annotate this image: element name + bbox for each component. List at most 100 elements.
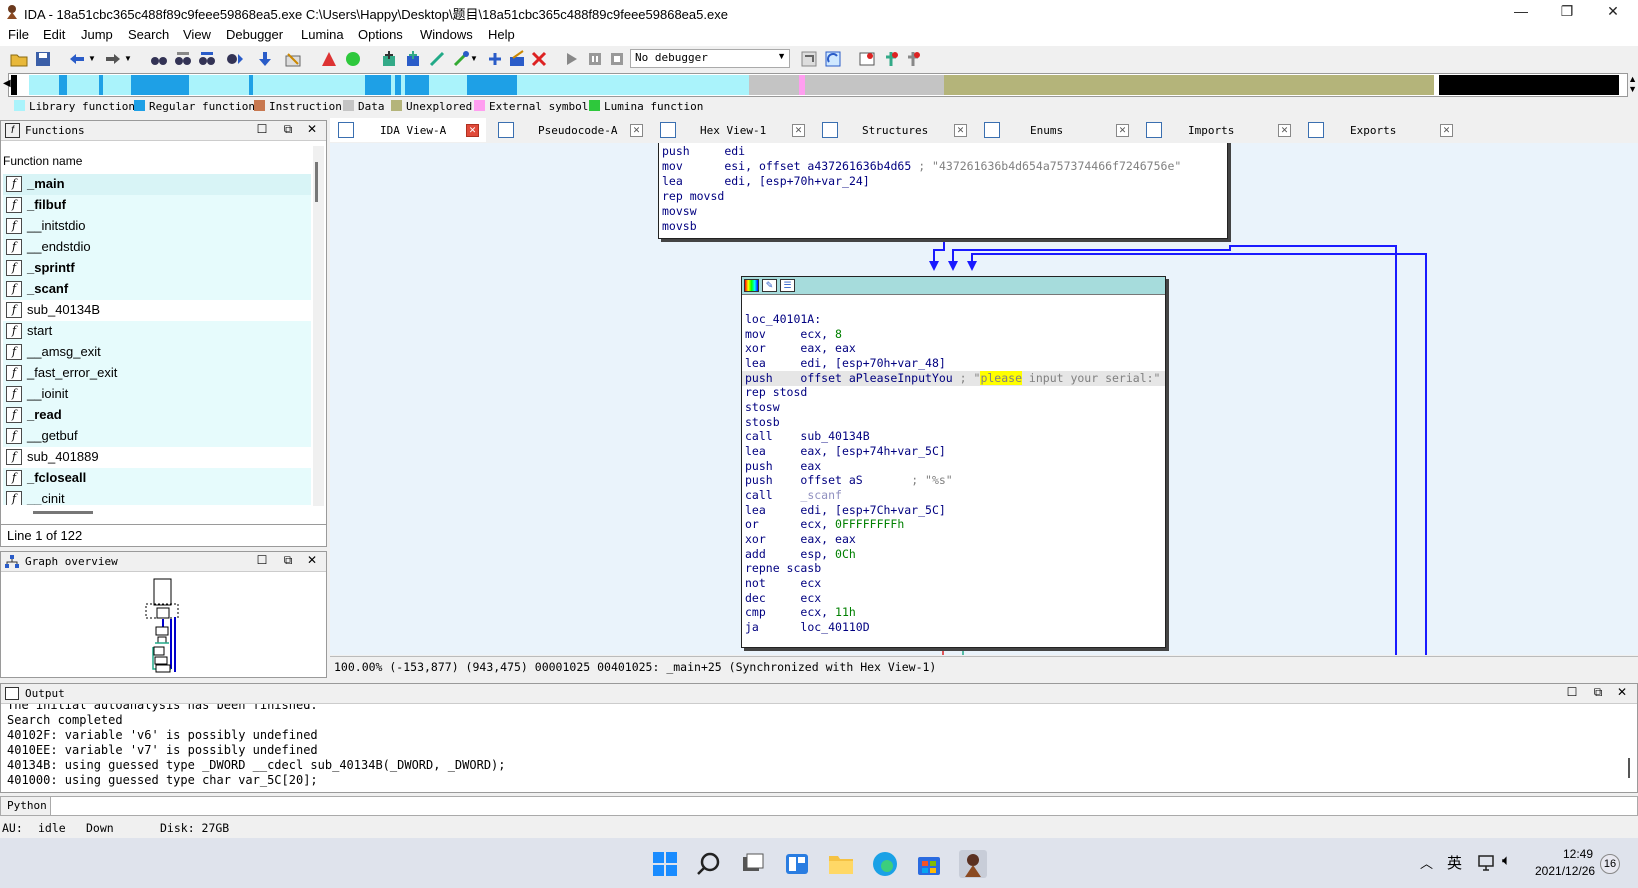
python-language-button[interactable]: Python bbox=[1, 797, 51, 815]
tab-close-icon[interactable]: ✕ bbox=[1278, 124, 1291, 137]
tab-close-icon[interactable]: ✕ bbox=[1440, 124, 1453, 137]
code-line[interactable]: add esp, 0Ch bbox=[745, 547, 856, 562]
tab-close-icon[interactable]: ✕ bbox=[954, 124, 967, 137]
widgets-icon[interactable] bbox=[783, 850, 811, 878]
code-line[interactable]: stosw bbox=[745, 400, 780, 415]
code-line[interactable]: ja loc_40110D bbox=[745, 620, 870, 635]
function-row[interactable]: f sub_40134B bbox=[3, 300, 311, 321]
panel-restore-icon[interactable]: ☐ bbox=[1563, 685, 1581, 699]
patch-icon[interactable] bbox=[284, 50, 302, 68]
step-into-icon[interactable] bbox=[800, 50, 818, 68]
tab-ida-view-a[interactable]: IDA View-A ✕ bbox=[330, 118, 486, 142]
breakpoint-list-icon[interactable] bbox=[858, 50, 876, 68]
input-method-indicator[interactable]: 英 bbox=[1447, 852, 1462, 873]
code-label[interactable]: loc_40101A: bbox=[745, 312, 821, 327]
code-line[interactable]: xor eax, eax bbox=[745, 532, 856, 547]
code-line[interactable]: xor eax, eax bbox=[745, 341, 856, 356]
code-block-main[interactable]: ✎ ☰ loc_40101A: mov ecx, 8 xor eax, eax … bbox=[741, 276, 1166, 648]
back-dropdown-icon[interactable]: ▼ bbox=[88, 54, 96, 63]
function-row[interactable]: f _filbuf bbox=[3, 195, 311, 216]
binoculars-icon[interactable] bbox=[150, 50, 168, 68]
tab-close-icon[interactable]: ✕ bbox=[792, 124, 805, 137]
save-icon[interactable] bbox=[34, 50, 52, 68]
notification-badge[interactable]: 16 bbox=[1600, 854, 1620, 874]
go-icon[interactable] bbox=[344, 50, 362, 68]
add-segment-icon[interactable] bbox=[380, 50, 398, 68]
menu-windows[interactable]: Windows bbox=[420, 27, 473, 42]
clock-date[interactable]: 2021/12/26 bbox=[1535, 864, 1595, 878]
output-scrollbar[interactable] bbox=[1625, 708, 1635, 790]
node-group-icon[interactable]: ☰ bbox=[780, 279, 795, 292]
pause-icon[interactable] bbox=[586, 50, 604, 68]
function-row[interactable]: f __endstdio bbox=[3, 237, 311, 258]
tab-enums[interactable]: Enums ✕ bbox=[976, 118, 1134, 142]
panel-float-icon[interactable]: ⧉ bbox=[279, 553, 297, 568]
add-struct-icon[interactable] bbox=[404, 50, 422, 68]
code-line[interactable]: lea edi, [esp+70h+var_48] bbox=[745, 356, 946, 371]
code-line[interactable]: lea edi, [esp+70h+var_24] bbox=[662, 174, 870, 189]
code-line[interactable]: lea edi, [esp+7Ch+var_5C] bbox=[745, 503, 946, 518]
code-line[interactable]: cmp ecx, 11h bbox=[745, 605, 856, 620]
search-icon[interactable] bbox=[695, 850, 723, 878]
forward-dropdown-icon[interactable]: ▼ bbox=[124, 54, 132, 63]
add-breakpoint-icon[interactable] bbox=[486, 50, 504, 68]
code-block-top[interactable]: push edi mov esi, offset a437261636b4d65… bbox=[658, 143, 1228, 239]
function-name-column-header[interactable]: Function name bbox=[3, 154, 82, 168]
menu-file[interactable]: File bbox=[8, 27, 29, 42]
graph-view[interactable]: push edi mov esi, offset a437261636b4d65… bbox=[330, 143, 1638, 655]
code-line[interactable]: or ecx, 0FFFFFFFFh bbox=[745, 517, 904, 532]
run-icon[interactable] bbox=[562, 50, 580, 68]
function-row[interactable]: f _sprintf bbox=[3, 258, 311, 279]
menu-lumina[interactable]: Lumina bbox=[301, 27, 344, 42]
menu-edit[interactable]: Edit bbox=[43, 27, 65, 42]
menu-debugger[interactable]: Debugger bbox=[226, 27, 283, 42]
code-line[interactable]: push edi bbox=[662, 144, 745, 159]
code-line[interactable]: stosb bbox=[745, 415, 780, 430]
search-binary-icon[interactable] bbox=[198, 50, 216, 68]
code-line[interactable]: not ecx bbox=[745, 576, 821, 591]
function-row[interactable]: f start bbox=[3, 321, 311, 342]
tab-hex-view-1[interactable]: Hex View-1 ✕ bbox=[652, 118, 810, 142]
function-row[interactable]: f _scanf bbox=[3, 279, 311, 300]
search-text-icon[interactable] bbox=[174, 50, 192, 68]
delete-icon[interactable] bbox=[530, 50, 548, 68]
code-line[interactable]: push offset aS ; "%s" bbox=[745, 473, 953, 488]
function-row[interactable]: f sub_401889 bbox=[3, 447, 311, 468]
tab-pseudocode-a[interactable]: Pseudocode-A ✕ bbox=[490, 118, 648, 142]
code-line[interactable]: dec ecx bbox=[745, 591, 821, 606]
clock-time[interactable]: 12:49 bbox=[1563, 847, 1593, 861]
volume-icon[interactable]: 🔈︎ bbox=[1502, 852, 1511, 869]
edge-browser-icon[interactable] bbox=[871, 850, 899, 878]
debugger-select[interactable]: No debugger ▼ bbox=[630, 49, 790, 68]
debug-options-icon[interactable] bbox=[904, 50, 922, 68]
tab-close-icon[interactable]: ✕ bbox=[466, 124, 479, 137]
function-row-main[interactable]: f _main bbox=[3, 174, 311, 195]
horizontal-scrollbar[interactable] bbox=[3, 507, 311, 521]
nav-left-icon[interactable]: ◀ bbox=[3, 78, 11, 89]
open-icon[interactable] bbox=[10, 50, 28, 68]
network-icon[interactable] bbox=[1477, 854, 1495, 872]
code-line[interactable]: movsw bbox=[662, 204, 697, 219]
function-row[interactable]: f __ioinit bbox=[3, 384, 311, 405]
edit-function-icon[interactable] bbox=[508, 50, 526, 68]
tab-imports[interactable]: Imports ✕ bbox=[1138, 118, 1296, 142]
xref-dropdown-icon[interactable]: ▼ bbox=[470, 54, 478, 63]
show-hidden-icons-icon[interactable]: ︿ bbox=[1420, 853, 1433, 872]
tab-structures[interactable]: Structures ✕ bbox=[814, 118, 972, 142]
file-explorer-icon[interactable] bbox=[827, 850, 855, 878]
ida-taskbar-icon[interactable] bbox=[959, 850, 987, 878]
function-row[interactable]: f __cinit bbox=[3, 489, 311, 505]
function-row[interactable]: f _fcloseall bbox=[3, 468, 311, 489]
panel-restore-icon[interactable]: ☐ bbox=[253, 122, 271, 136]
tab-close-icon[interactable]: ✕ bbox=[630, 124, 643, 137]
function-row[interactable]: f __initstdio bbox=[3, 216, 311, 237]
add-xref-icon[interactable] bbox=[452, 50, 470, 68]
panel-float-icon[interactable]: ⧉ bbox=[279, 122, 297, 137]
graph-overview-minimap[interactable] bbox=[141, 577, 191, 677]
function-row[interactable]: f _fast_error_exit bbox=[3, 363, 311, 384]
code-line-current[interactable]: push offset aPleaseInputYou ; "please in… bbox=[742, 371, 1165, 386]
navigation-band[interactable]: ◀ ▲ ▼ bbox=[3, 73, 1637, 97]
code-line[interactable]: push eax bbox=[745, 459, 821, 474]
step-over-icon[interactable] bbox=[824, 50, 842, 68]
function-row[interactable]: f __amsg_exit bbox=[3, 342, 311, 363]
